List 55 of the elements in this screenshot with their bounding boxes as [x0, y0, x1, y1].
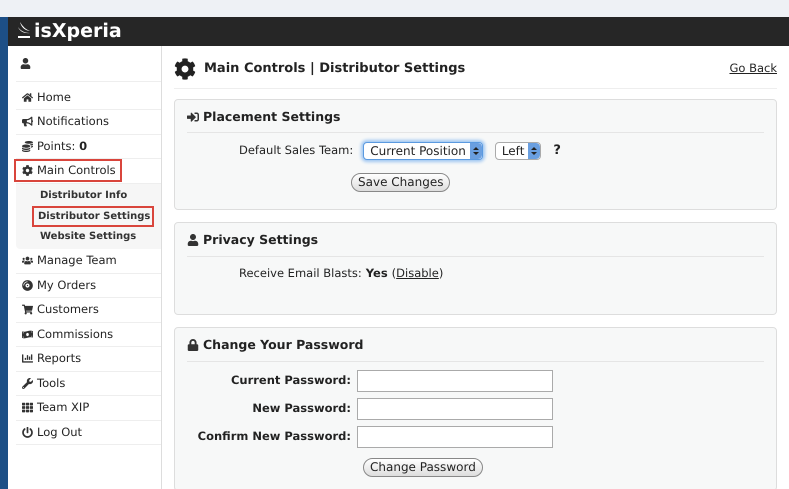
sidebar-item[interactable]: Notifications: [20, 112, 111, 132]
user-icon: [20, 58, 31, 68]
sign-in-icon: [187, 110, 199, 123]
disable-link-text: (Disable): [392, 264, 444, 282]
logo-text: isXperia: [34, 19, 122, 44]
user-icon: [187, 234, 199, 246]
users-icon: [22, 255, 33, 266]
dropdown[interactable]: Current Position: [363, 142, 483, 160]
dropdown[interactable]: Left: [494, 142, 542, 160]
password-field[interactable]: [357, 426, 553, 448]
help-mark[interactable]: ?: [553, 141, 561, 161]
sidebar-item[interactable]: Customers: [20, 300, 101, 320]
field-label: Current Password:: [230, 372, 352, 389]
spinner-icon: [528, 143, 540, 159]
bar-chart-icon: [22, 353, 33, 364]
sidebar-item[interactable]: Team XIP: [20, 398, 92, 418]
change-password-button[interactable]: Change Password: [363, 458, 483, 476]
disable-link[interactable]: Disable: [396, 266, 439, 280]
home-icon: [22, 92, 33, 103]
panel-title: Change Your Password: [203, 336, 364, 354]
field-label: New Password:: [251, 400, 352, 417]
power-icon: [22, 426, 33, 438]
sidebar-item[interactable]: Commissions: [20, 324, 116, 344]
sidebar-item[interactable]: Tools: [20, 374, 68, 393]
submenu-item[interactable]: Distributor Info: [38, 188, 130, 204]
coins-icon: [22, 140, 33, 152]
password-field[interactable]: [357, 370, 553, 392]
submenu-item[interactable]: Website Settings: [38, 229, 138, 244]
field-label: Default Sales Team:: [239, 142, 354, 160]
submenu-item[interactable]: Distributor Settings: [34, 208, 152, 225]
field-label: Confirm New Password:: [196, 428, 352, 445]
sidebar-item[interactable]: Manage Team: [20, 251, 119, 270]
sidebar-item[interactable]: Reports: [20, 349, 84, 368]
cart-icon: [22, 304, 33, 316]
gear-icon: [174, 58, 196, 80]
sidebar-item[interactable]: Log Out: [20, 422, 84, 442]
sidebar-item[interactable]: Home: [20, 88, 73, 107]
grid-icon: [22, 402, 33, 414]
megaphone-icon: [22, 116, 33, 128]
sidebar-item[interactable]: Main Controls: [16, 161, 120, 180]
password-field[interactable]: [357, 398, 553, 420]
page-title: Main Controls | Distributor Settings: [204, 60, 466, 78]
field-label: Receive Email Blasts:: [239, 264, 362, 282]
save-button[interactable]: Save Changes: [351, 172, 450, 192]
wrench-icon: [22, 378, 33, 389]
panel-title: Privacy Settings: [203, 230, 318, 249]
sidebar-item[interactable]: Points: 0: [20, 136, 90, 156]
go-back-link[interactable]: Go Back: [729, 58, 777, 77]
lock-icon: [187, 339, 199, 352]
spinner-icon: [470, 143, 482, 159]
sidebar-item[interactable]: My Orders: [20, 276, 98, 295]
panel-title: Placement Settings: [203, 108, 340, 126]
money-icon: [22, 328, 33, 340]
field-value: Yes: [366, 264, 388, 282]
gear-icon: [22, 165, 33, 176]
